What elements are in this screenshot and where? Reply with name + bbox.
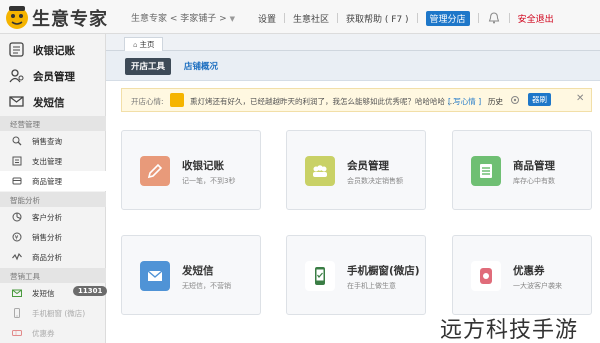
card-desc: 会员数决定销售额 <box>347 177 403 185</box>
card-desc: 一大波客户袭来 <box>513 282 562 290</box>
tab-shop-overview[interactable]: 店铺概况 <box>184 60 218 72</box>
customer-analysis-icon <box>12 212 22 222</box>
sidebar-item-label: 商品管理 <box>32 177 62 186</box>
sidebar-item-label: 手机橱窗 (微店) <box>32 309 86 318</box>
sidebar-item-members[interactable]: 会员管理 <box>0 63 106 89</box>
card-products[interactable]: 商品管理 库存心中有数 <box>452 130 592 210</box>
envelope-icon <box>140 261 170 291</box>
card-coupon[interactable]: 优惠券 一大波客户袭来 <box>452 235 592 315</box>
phone-icon <box>305 261 335 291</box>
cash-register-icon <box>9 42 24 57</box>
nav-community[interactable]: 生意社区 <box>293 15 329 25</box>
sidebar-item-label: 优惠券 <box>32 329 55 338</box>
list-icon <box>471 156 501 186</box>
nav-help[interactable]: 获取帮助 ( F7 ) <box>346 15 409 25</box>
top-nav: 设置 生意社区 获取帮助 ( F7 ) 管理分店 安全退出 <box>258 11 554 26</box>
sidebar-item-sales-analysis[interactable]: ¥ 销售分析 <box>0 227 106 247</box>
mobile-shop-icon <box>14 308 20 318</box>
tab-shop-tools[interactable]: 开店工具 <box>125 58 172 75</box>
sidebar-item-label: 销售查询 <box>32 137 62 146</box>
section-title: 营销工具 <box>0 268 106 283</box>
sidebar-item-label: 支出管理 <box>32 157 62 166</box>
card-desc: 在手机上做生意 <box>347 282 396 290</box>
manage-shop-button[interactable]: 管理分店 <box>425 11 470 26</box>
card-members[interactable]: 会员管理 会员数决定销售额 <box>286 130 426 210</box>
coupon-icon <box>12 330 22 336</box>
card-desc: 库存心中有数 <box>513 177 555 185</box>
sidebar-item-sales-query[interactable]: 销售查询 <box>0 131 106 151</box>
card-sms[interactable]: 发短信 无短信，不营销 <box>121 235 261 315</box>
sidebar-item-label: 销售分析 <box>32 233 62 242</box>
sidebar-item-send-sms[interactable]: 发短信 11301 <box>0 283 108 303</box>
card-title: 收银记账 <box>182 160 224 172</box>
card-title: 发短信 <box>182 265 214 277</box>
nav-settings[interactable]: 设置 <box>258 15 276 25</box>
sidebar-item-label: 会员管理 <box>33 71 75 83</box>
section-title: 智能分析 <box>0 192 106 207</box>
sidebar-item-sms[interactable]: 发短信 <box>0 89 106 115</box>
page-tab-strip: ⌂ 主页 <box>106 34 600 51</box>
member-icon <box>9 69 24 83</box>
product-icon <box>12 177 22 185</box>
sidebar: 收银记账 会员管理 发短信 经营管理 销售查询 支出管理 商品管理 智能分析 客… <box>0 34 108 343</box>
sidebar-item-coupon[interactable]: 优惠券 <box>0 323 106 343</box>
refresh-button[interactable]: 器刷 <box>528 93 551 106</box>
write-mood-link[interactable]: [ 写心情 ] <box>448 96 481 107</box>
mood-label: 开店心情: <box>131 97 164 106</box>
logo: 生意专家 <box>4 4 108 30</box>
card-desc: 无短信，不营销 <box>182 282 231 290</box>
sidebar-item-label: 客户分析 <box>32 213 62 222</box>
logout-link[interactable]: 安全退出 <box>518 15 554 25</box>
app-window: 生意专家 生意专家 < 李家铺子 > ▼ 设置 生意社区 获取帮助 ( F7 ) 管理分… <box>0 0 600 343</box>
sub-tabs: 开店工具 店铺概况 <box>106 51 600 81</box>
top-bar: 生意专家 生意专家 < 李家铺子 > ▼ 设置 生意社区 获取帮助 ( F7 ) 管理分… <box>0 0 600 34</box>
sidebar-item-label: 发短信 <box>32 289 55 298</box>
close-icon[interactable]: ✕ <box>576 93 584 104</box>
pencil-icon <box>140 156 170 186</box>
chevron-down-icon: ▼ <box>229 15 236 23</box>
card-title: 会员管理 <box>347 160 389 172</box>
card-title: 商品管理 <box>513 160 555 172</box>
mood-notice-bar: 开店心情: 熏灯烤还有好久，已经越越昨天的利润了，我怎么能够如此优秀呢？哈哈哈哈… <box>121 88 592 112</box>
section-title: 经营管理 <box>0 116 106 131</box>
svg-text:¥: ¥ <box>15 235 19 242</box>
sidebar-item-label: 商品分析 <box>32 253 62 262</box>
mood-message: 熏灯烤还有好久，已经越越昨天的利润了，我怎么能够如此优秀呢？哈哈哈哈 ... <box>190 97 455 106</box>
card-cash-register[interactable]: 收银记账 记一笔，不到3秒 <box>121 130 261 210</box>
settings-icon[interactable] <box>509 94 521 106</box>
bell-icon[interactable] <box>487 12 501 24</box>
watermark: 远方科技手游 <box>440 318 579 343</box>
card-mobile-shop[interactable]: 手机橱窗(微店) 在手机上做生意 <box>286 235 426 315</box>
coupon-tag-icon <box>471 261 501 291</box>
sidebar-item-mobile-shop[interactable]: 手机橱窗 (微店) <box>0 303 106 323</box>
card-desc: 记一笔，不到3秒 <box>182 177 236 185</box>
sms-icon <box>12 289 22 297</box>
sidebar-item-label: 发短信 <box>33 97 65 109</box>
tab-home[interactable]: ⌂ 主页 <box>124 37 164 51</box>
card-title: 手机橱窗(微店) <box>347 265 420 277</box>
mascot-logo-icon <box>6 6 28 29</box>
sidebar-item-products[interactable]: 商品管理 <box>0 171 106 191</box>
envelope-icon <box>9 96 24 107</box>
sidebar-item-customer-analysis[interactable]: 客户分析 <box>0 207 106 227</box>
sidebar-item-cash[interactable]: 收银记账 <box>0 37 106 63</box>
shop-selector[interactable]: 生意专家 < 李家铺子 > ▼ <box>131 11 235 24</box>
sms-count-badge: 11301 <box>73 286 108 296</box>
sales-analysis-icon: ¥ <box>12 232 22 242</box>
shop-selector-label: 生意专家 < 李家铺子 > <box>131 14 227 24</box>
mood-emoji-icon <box>170 93 184 107</box>
home-icon: ⌂ <box>133 41 138 49</box>
tab-home-label: 主页 <box>139 40 155 49</box>
card-title: 优惠券 <box>513 265 545 277</box>
expense-icon <box>12 156 22 166</box>
sidebar-item-product-analysis[interactable]: 商品分析 <box>0 247 106 267</box>
logo-text: 生意专家 <box>32 9 108 30</box>
search-icon <box>12 136 22 146</box>
members-icon <box>305 156 335 186</box>
sidebar-item-label: 收银记账 <box>33 45 75 57</box>
history-link[interactable]: 历史 <box>488 96 503 107</box>
sidebar-item-expense[interactable]: 支出管理 <box>0 151 106 171</box>
product-analysis-icon <box>12 252 22 261</box>
